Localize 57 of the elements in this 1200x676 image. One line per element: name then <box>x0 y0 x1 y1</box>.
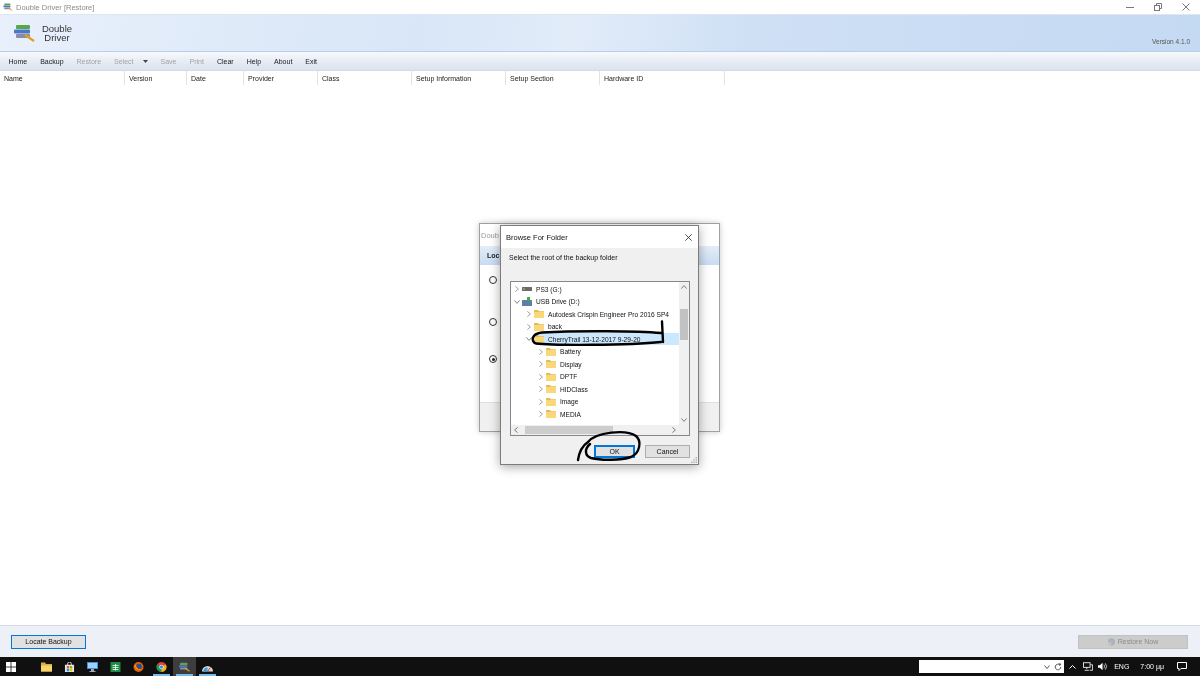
monitor-icon <box>87 661 98 672</box>
caret-down-icon[interactable] <box>1044 664 1051 669</box>
chevron-right-icon[interactable] <box>527 323 531 330</box>
scrollbar-thumb[interactable] <box>680 309 688 340</box>
folder-icon <box>534 310 544 319</box>
folder-icon <box>534 322 544 331</box>
speech-bubble-icon <box>1177 662 1187 671</box>
shopping-bag-icon <box>64 661 75 672</box>
radio-button[interactable] <box>489 276 497 284</box>
shield-icon <box>1107 637 1115 646</box>
resize-grip-icon[interactable] <box>691 457 697 463</box>
wheel-icon <box>156 661 167 672</box>
folder-icon <box>546 372 556 381</box>
folder-icon <box>546 385 556 394</box>
horizontal-scrollbar[interactable] <box>511 425 679 435</box>
close-icon <box>1182 3 1190 11</box>
disk-stack-icon <box>3 3 13 11</box>
chevron-right-icon[interactable] <box>539 398 543 405</box>
spreadsheet-icon <box>110 661 121 672</box>
folder-icon <box>534 335 544 344</box>
usb-drive-icon <box>522 297 532 307</box>
refresh-icon[interactable] <box>1054 662 1063 671</box>
radio-button[interactable] <box>489 355 497 363</box>
speaker-icon <box>1097 662 1108 671</box>
folder-icon <box>546 360 556 369</box>
chevron-down-icon[interactable] <box>526 337 532 342</box>
scrollbar-thumb[interactable] <box>525 426 613 434</box>
chevron-left-icon[interactable] <box>514 427 518 433</box>
app-name: Double Driver <box>40 24 74 42</box>
minimize-icon <box>1126 6 1134 8</box>
chevron-right-icon[interactable] <box>539 361 543 368</box>
chevron-down-icon[interactable] <box>514 299 520 304</box>
chevron-right-icon[interactable] <box>527 311 531 318</box>
restore-icon <box>1154 3 1162 11</box>
radio-button[interactable] <box>489 318 497 326</box>
folder-icon <box>546 410 556 419</box>
chevron-right-icon[interactable] <box>539 411 543 418</box>
chevron-right-icon[interactable] <box>672 427 676 433</box>
start-icon <box>6 661 16 672</box>
chevron-up-icon[interactable] <box>681 285 687 289</box>
close-icon <box>684 233 692 241</box>
chevron-right-icon[interactable] <box>539 373 543 380</box>
folder-icon <box>546 397 556 406</box>
disk-stack-icon <box>14 24 35 42</box>
disk-stack-icon <box>179 661 190 672</box>
network-icon <box>1082 662 1093 671</box>
folder-icon <box>41 661 52 672</box>
folder-icon <box>546 347 556 356</box>
globe-icon <box>133 661 144 672</box>
drive-icon <box>522 287 532 292</box>
chevron-right-icon[interactable] <box>539 348 543 355</box>
vertical-scrollbar[interactable] <box>679 282 689 425</box>
chevron-down-icon[interactable] <box>681 418 687 422</box>
search-field[interactable] <box>919 660 1065 673</box>
chevron-right-icon[interactable] <box>515 286 519 293</box>
chevron-up-icon <box>1069 664 1077 669</box>
chevron-right-icon[interactable] <box>539 386 543 393</box>
